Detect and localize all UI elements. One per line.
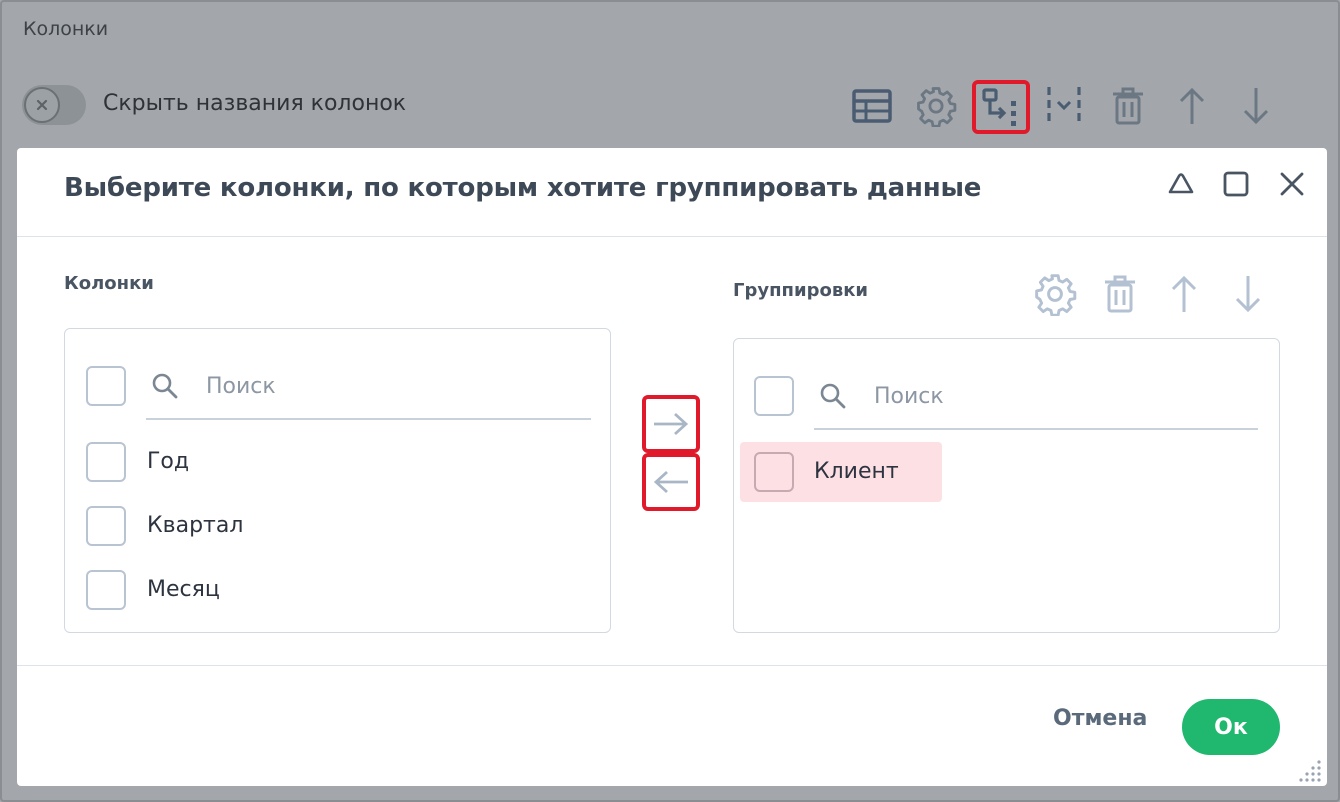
close-button[interactable] xyxy=(1274,166,1310,202)
arrow-down-icon xyxy=(1243,88,1269,125)
search-icon xyxy=(152,373,178,399)
move-up-button[interactable] xyxy=(1170,84,1214,128)
groupings-select-all-checkbox[interactable] xyxy=(754,376,794,416)
columns-search-input[interactable] xyxy=(206,371,586,401)
groupings-move-up-button[interactable] xyxy=(1160,270,1208,318)
split-columns-button[interactable] xyxy=(1042,84,1086,128)
column-checkbox-quarter[interactable] xyxy=(86,506,126,546)
search-underline xyxy=(814,428,1258,430)
list-item[interactable]: Год xyxy=(147,449,189,474)
groupings-delete-button[interactable] xyxy=(1096,270,1144,318)
move-left-button[interactable] xyxy=(642,453,700,511)
search-icon xyxy=(820,383,846,409)
arrow-up-icon xyxy=(1171,275,1197,312)
columns-panel-label: Колонки xyxy=(64,273,154,294)
list-item[interactable]: Квартал xyxy=(147,513,243,538)
move-down-button[interactable] xyxy=(1234,84,1278,128)
gear-icon xyxy=(1035,274,1077,316)
cancel-button[interactable]: Отмена xyxy=(1053,706,1147,731)
group-columns-button[interactable] xyxy=(972,80,1030,134)
group-columns-dialog: Выберите колонки, по которым хотите груп… xyxy=(17,148,1327,786)
arrow-up-icon xyxy=(1179,87,1205,124)
collapse-icon xyxy=(1168,173,1194,194)
toggle-label: Скрыть названия колонок xyxy=(103,91,407,116)
move-right-button[interactable] xyxy=(642,395,700,453)
groupings-search-input[interactable] xyxy=(874,381,1254,411)
grouping-checkbox-client[interactable] xyxy=(754,452,794,492)
groupings-settings-button[interactable] xyxy=(1031,270,1079,318)
section-title: Колонки xyxy=(23,18,109,40)
maximize-icon xyxy=(1223,171,1249,197)
table-settings-button[interactable] xyxy=(850,84,894,128)
arrow-right-icon xyxy=(654,412,689,436)
maximize-button[interactable] xyxy=(1218,166,1254,202)
column-checkbox-year[interactable] xyxy=(86,442,126,482)
hide-column-names-toggle[interactable] xyxy=(22,85,86,125)
delete-button[interactable] xyxy=(1106,84,1150,128)
search-underline xyxy=(146,418,591,420)
split-columns-icon xyxy=(1047,87,1081,125)
toggle-knob xyxy=(24,87,60,123)
group-icon xyxy=(982,88,1016,126)
dialog-title: Выберите колонки, по которым хотите груп… xyxy=(64,173,982,203)
footer-divider xyxy=(17,665,1327,666)
header-divider xyxy=(17,236,1327,237)
list-item[interactable]: Месяц xyxy=(147,577,220,602)
columns-select-all-checkbox[interactable] xyxy=(86,366,126,406)
arrow-down-icon xyxy=(1235,276,1261,313)
x-icon xyxy=(36,99,48,111)
close-icon xyxy=(1280,172,1304,196)
groupings-panel-label: Группировки xyxy=(733,280,869,301)
table-icon xyxy=(852,89,892,123)
resize-grip-icon[interactable] xyxy=(1299,758,1323,782)
grouping-item-label[interactable]: Клиент xyxy=(814,459,899,484)
ok-button[interactable]: Ок xyxy=(1182,699,1280,755)
gear-icon xyxy=(917,87,957,127)
groupings-move-down-button[interactable] xyxy=(1224,270,1272,318)
trash-icon xyxy=(1113,87,1143,125)
arrow-left-icon xyxy=(653,470,688,494)
collapse-button[interactable] xyxy=(1163,166,1199,202)
trash-icon xyxy=(1105,275,1135,313)
settings-button[interactable] xyxy=(914,84,958,128)
column-checkbox-month[interactable] xyxy=(86,570,126,610)
